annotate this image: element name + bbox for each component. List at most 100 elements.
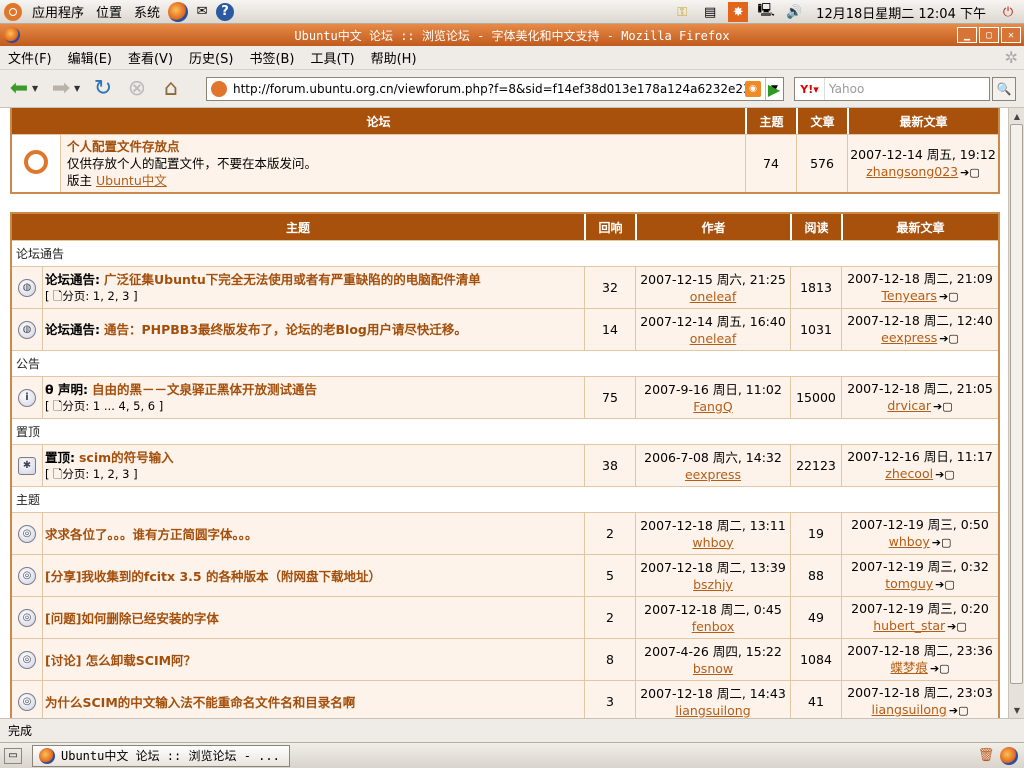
topic-last-time: 2007-12-19 周三, 0:32 [851, 559, 989, 574]
home-button[interactable]: ⌂ [156, 74, 186, 104]
vertical-scrollbar[interactable]: ▲ ▼ [1008, 108, 1024, 718]
topic-author[interactable]: liangsuilong [636, 702, 790, 719]
topic-title[interactable]: 自由的黑－－文泉驿正黑体开放测试通告 [92, 382, 317, 397]
topic-row: ◍ 论坛通告: 通告：PHPBB3最终版发布了，论坛的老Blog用户请尽快迁移。… [12, 308, 998, 350]
goto-post-icon[interactable]: ➔▢ [949, 704, 969, 717]
mail-launcher-icon[interactable]: ✉ [192, 2, 212, 22]
search-input[interactable]: Yahoo [825, 82, 864, 96]
back-button[interactable]: ⬅ [4, 74, 34, 104]
trash-icon[interactable]: 🗑 [976, 746, 996, 766]
moderator-link[interactable]: Ubuntu中文 [96, 173, 167, 188]
topic-last-user[interactable]: tomguy [885, 576, 933, 591]
search-box[interactable]: Y!▾ Yahoo [794, 77, 990, 101]
topic-pages[interactable]: [ 🗋分页: 1, 2, 3 ] [45, 466, 584, 483]
topic-title[interactable]: 为什么SCIM的中文输入法不能重命名文件名和目录名啊 [45, 695, 355, 710]
firefox-window-icon[interactable] [4, 27, 20, 43]
goto-post-icon[interactable]: ➔▢ [935, 578, 955, 591]
menu-view[interactable]: 查看(V) [120, 48, 181, 67]
topic-author[interactable]: whboy [636, 534, 790, 551]
topic-title[interactable]: 求求各位了。。。谁有方正简圆字体。。。 [45, 527, 258, 542]
topic-author[interactable]: bsnow [636, 660, 790, 677]
url-bar[interactable]: http://forum.ubuntu.org.cn/viewforum.php… [206, 77, 784, 101]
forum-last-time: 2007-12-14 周五, 19:12 [850, 147, 996, 162]
menu-tools[interactable]: 工具(T) [303, 48, 363, 67]
menu-bookmarks[interactable]: 书签(B) [241, 48, 302, 67]
volume-icon[interactable]: 🔊 [784, 2, 804, 22]
topic-title[interactable]: 广泛征集Ubuntu下完全无法使用或者有严重缺陷的的电脑配件清单 [104, 272, 481, 287]
menu-help[interactable]: 帮助(H) [363, 48, 425, 67]
topic-row: ◍ 论坛通告: 广泛征集Ubuntu下完全无法使用或者有严重缺陷的的电脑配件清单… [12, 266, 998, 308]
update-icon[interactable]: ✸ [728, 2, 749, 22]
topic-last-time: 2007-12-18 周二, 12:40 [847, 313, 993, 328]
firefox-task-icon [39, 747, 55, 764]
topic-pages[interactable]: [ 🗋分页: 1 ... 4, 5, 6 ] [45, 398, 584, 415]
topic-last-time: 2007-12-18 周二, 21:05 [847, 381, 993, 396]
topic-last-user[interactable]: zhecool [885, 466, 933, 481]
taskbar-firefox-window[interactable]: Ubuntu中文 论坛 :: 浏览论坛 - ... [32, 744, 290, 767]
topic-author[interactable]: eexpress [636, 466, 790, 483]
yahoo-engine-icon[interactable]: Y!▾ [795, 78, 825, 100]
ubuntu-logo-icon[interactable] [4, 2, 22, 21]
topic-author[interactable]: oneleaf [636, 330, 790, 347]
firefox-launcher-icon[interactable] [168, 1, 189, 22]
topic-title[interactable]: scim的符号输入 [79, 450, 174, 465]
url-text[interactable]: http://forum.ubuntu.org.cn/viewforum.php… [233, 82, 745, 96]
topic-last-user[interactable]: hubert_star [873, 618, 945, 633]
forum-title[interactable]: 个人配置文件存放点 [67, 138, 745, 155]
topic-last-user[interactable]: whboy [889, 534, 930, 549]
topic-title[interactable]: [问题]如何删除已经安装的字体 [45, 611, 219, 626]
forum-last-user[interactable]: zhangsong023 [866, 164, 958, 179]
back-history-dropdown[interactable]: ▼ [32, 84, 42, 93]
forward-button[interactable]: ➡ [46, 74, 76, 104]
go-button[interactable]: ▶ [764, 79, 784, 99]
minimize-button[interactable]: ▁ [957, 27, 977, 43]
scrollbar-thumb[interactable] [1010, 124, 1023, 684]
firefox-tray-icon[interactable] [1000, 746, 1018, 765]
topic-author[interactable]: FangQ [636, 398, 790, 415]
topic-title[interactable]: [讨论] 怎么卸载SCIM阿？ [45, 653, 196, 668]
show-desktop-icon[interactable]: ▭ [4, 747, 22, 764]
reload-button[interactable]: ↻ [88, 74, 118, 104]
menu-history[interactable]: 历史(S) [181, 48, 241, 67]
scroll-up-arrow-icon[interactable]: ▲ [1009, 108, 1024, 124]
search-button[interactable]: 🔍 [992, 77, 1016, 101]
topic-pages[interactable]: [ 🗋分页: 1, 2, 3 ] [45, 288, 584, 305]
goto-post-icon[interactable]: ➔▢ [947, 620, 967, 633]
help-launcher-icon[interactable]: ? [216, 2, 235, 21]
printer-icon[interactable]: ▤ [700, 2, 720, 22]
topic-author[interactable]: fenbox [636, 618, 790, 635]
maximize-button[interactable]: ▢ [979, 27, 999, 43]
topic-last-user[interactable]: 蝶梦痕 [890, 660, 928, 675]
goto-post-icon[interactable]: ➔▢ [935, 468, 955, 481]
topic-last-user[interactable]: liangsuilong [872, 702, 947, 717]
topic-last-user[interactable]: Tenyears [881, 288, 937, 303]
applications-menu[interactable]: 应用程序 [26, 0, 90, 24]
goto-post-icon[interactable]: ➔▢ [933, 400, 953, 413]
topic-last-user[interactable]: eexpress [881, 330, 937, 345]
close-button[interactable]: ✕ [1001, 27, 1021, 43]
goto-post-icon[interactable]: ➔▢ [960, 166, 980, 179]
network-icon[interactable]: 🖳 [756, 2, 776, 22]
rss-feed-icon[interactable]: ◉ [745, 81, 761, 97]
topic-title[interactable]: [分享]我收集到的fcitx 3.5 的各种版本（附网盘下载地址） [45, 569, 381, 584]
goto-post-icon[interactable]: ➔▢ [932, 536, 952, 549]
goto-post-icon[interactable]: ➔▢ [939, 332, 959, 345]
menu-edit[interactable]: 编辑(E) [60, 48, 120, 67]
goto-post-icon[interactable]: ➔▢ [930, 662, 950, 675]
places-menu[interactable]: 位置 [90, 0, 128, 24]
stop-button[interactable]: ⊗ [122, 74, 152, 104]
clock[interactable]: 12月18日星期二 12:04 下午 [810, 0, 992, 24]
menu-file[interactable]: 文件(F) [0, 48, 60, 67]
topic-views: 88 [790, 554, 841, 596]
topic-last-user[interactable]: drvicar [887, 398, 931, 413]
key-icon[interactable]: ⚿ [672, 2, 692, 22]
system-menu[interactable]: 系统 [128, 0, 166, 24]
window-titlebar[interactable]: Ubuntu中文 论坛 :: 浏览论坛 - 字体美化和中文支持 - Mozill… [0, 24, 1024, 46]
topic-title[interactable]: 通告：PHPBB3最终版发布了，论坛的老Blog用户请尽快迁移。 [104, 322, 467, 337]
scroll-down-arrow-icon[interactable]: ▼ [1009, 702, 1024, 718]
topic-author[interactable]: oneleaf [636, 288, 790, 305]
topic-author[interactable]: bszhjy [636, 576, 790, 593]
power-icon[interactable]: ⏻ [998, 2, 1018, 22]
goto-post-icon[interactable]: ➔▢ [939, 290, 959, 303]
forward-history-dropdown[interactable]: ▼ [74, 84, 84, 93]
